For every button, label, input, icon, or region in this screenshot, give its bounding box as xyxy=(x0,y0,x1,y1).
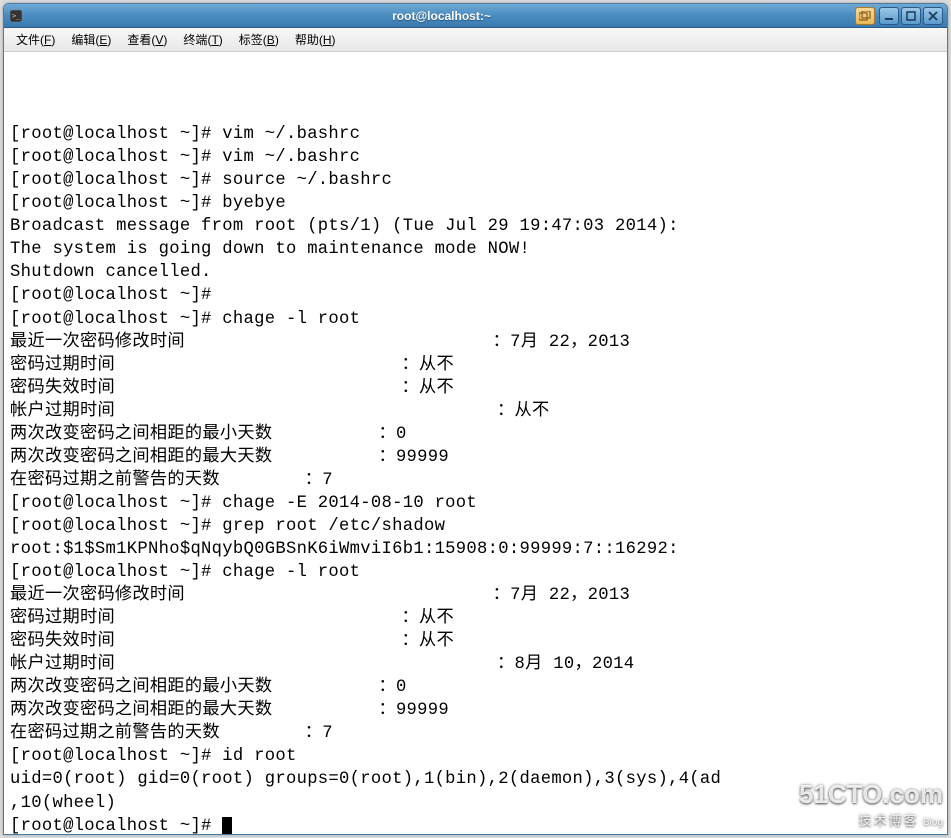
app-icon: >_ xyxy=(8,8,24,24)
svg-text:>_: >_ xyxy=(12,12,21,20)
terminal-line: ,10(wheel) xyxy=(10,792,941,815)
menu-label: 文件 xyxy=(16,33,40,47)
menubar: 文件(F)编辑(E)查看(V)终端(T)标签(B)帮助(H) xyxy=(4,28,947,52)
restore-icon[interactable] xyxy=(855,7,875,25)
terminal-line: 密码过期时间 ：从不 xyxy=(10,607,941,630)
terminal-line: [root@localhost ~]# xyxy=(10,284,941,307)
terminal-line: 两次改变密码之间相距的最小天数 ：0 xyxy=(10,676,941,699)
minimize-button[interactable] xyxy=(879,7,899,25)
menu-label: 终端 xyxy=(183,33,207,47)
menu-item-4[interactable]: 标签(B) xyxy=(231,29,287,50)
menu-label: 编辑 xyxy=(71,33,95,47)
close-button[interactable] xyxy=(923,7,943,25)
terminal-line: 密码失效时间 ：从不 xyxy=(10,630,941,653)
menu-item-0[interactable]: 文件(F) xyxy=(8,29,63,50)
window-title: root@localhost:~ xyxy=(28,9,855,23)
menu-label: 帮助 xyxy=(295,33,319,47)
menu-accel: H xyxy=(323,33,332,47)
terminal-line: Shutdown cancelled. xyxy=(10,261,941,284)
terminal-line: 两次改变密码之间相距的最小天数 ：0 xyxy=(10,423,941,446)
terminal-window: >_ root@localhost:~ 文件(F)编辑(E)查看(V)终端(T)… xyxy=(3,3,948,835)
menu-item-3[interactable]: 终端(T) xyxy=(175,29,230,50)
terminal-line: 帐户过期时间 ：从不 xyxy=(10,400,941,423)
menu-accel: F xyxy=(44,33,51,47)
terminal-line: 密码失效时间 ：从不 xyxy=(10,377,941,400)
terminal-line: [root@localhost ~]# source ~/.bashrc xyxy=(10,169,941,192)
terminal-line: [root@localhost ~]# byebye xyxy=(10,192,941,215)
terminal-line: [root@localhost ~]# vim ~/.bashrc xyxy=(10,123,941,146)
window-buttons xyxy=(879,7,943,25)
terminal-line: 在密码过期之前警告的天数 ：7 xyxy=(10,469,941,492)
menu-item-2[interactable]: 查看(V) xyxy=(119,29,175,50)
terminal-line: 帐户过期时间 ：8月 10，2014 xyxy=(10,653,941,676)
terminal-line: 两次改变密码之间相距的最大天数 ：99999 xyxy=(10,699,941,722)
terminal-line: 在密码过期之前警告的天数 ：7 xyxy=(10,722,941,745)
terminal-line: The system is going down to maintenance … xyxy=(10,238,941,261)
terminal-line: [root@localhost ~]# chage -l root xyxy=(10,308,941,331)
terminal-line: uid=0(root) gid=0(root) groups=0(root),1… xyxy=(10,768,941,791)
terminal-line: Broadcast message from root (pts/1) (Tue… xyxy=(10,215,941,238)
menu-accel: V xyxy=(155,33,163,47)
terminal-line: [root@localhost ~]# grep root /etc/shado… xyxy=(10,515,941,538)
cursor xyxy=(222,817,232,834)
terminal-line: 最近一次密码修改时间 ：7月 22，2013 xyxy=(10,584,941,607)
menu-label: 查看 xyxy=(127,33,151,47)
maximize-button[interactable] xyxy=(901,7,921,25)
terminal-line: 最近一次密码修改时间 ：7月 22，2013 xyxy=(10,331,941,354)
titlebar[interactable]: >_ root@localhost:~ xyxy=(4,4,947,28)
terminal-output[interactable]: [root@localhost ~]# vim ~/.bashrc[root@l… xyxy=(4,52,947,834)
terminal-line: 密码过期时间 ：从不 xyxy=(10,354,941,377)
menu-accel: B xyxy=(267,33,275,47)
terminal-line: [root@localhost ~]# chage -E 2014-08-10 … xyxy=(10,492,941,515)
terminal-line: 两次改变密码之间相距的最大天数 ：99999 xyxy=(10,446,941,469)
menu-accel: T xyxy=(211,33,218,47)
terminal-line: [root@localhost ~]# id root xyxy=(10,745,941,768)
menu-accel: E xyxy=(99,33,107,47)
terminal-line: [root@localhost ~]# xyxy=(10,815,941,834)
menu-item-5[interactable]: 帮助(H) xyxy=(287,29,344,50)
menu-label: 标签 xyxy=(239,33,263,47)
menu-item-1[interactable]: 编辑(E) xyxy=(63,29,119,50)
terminal-line: [root@localhost ~]# chage -l root xyxy=(10,561,941,584)
terminal-line: [root@localhost ~]# vim ~/.bashrc xyxy=(10,146,941,169)
terminal-line: root:$1$Sm1KPNho$qNqybQ0GBSnK6iWmviI6b1:… xyxy=(10,538,941,561)
